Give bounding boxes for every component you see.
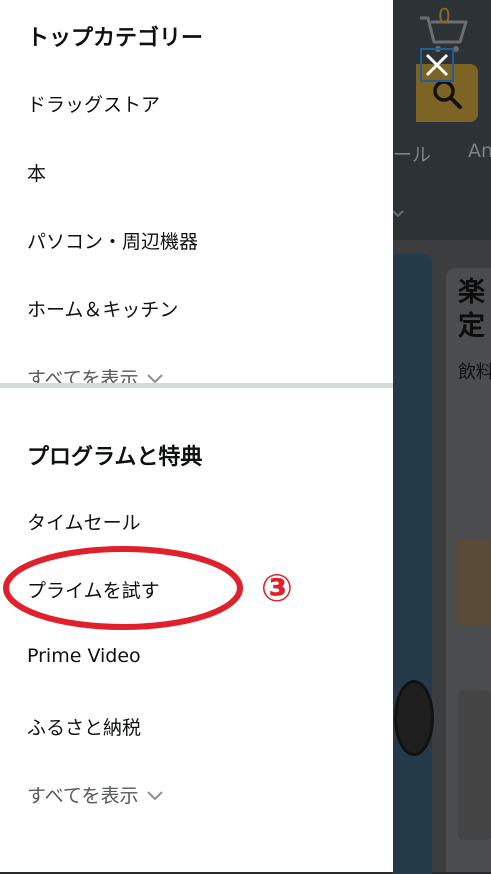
promo-card-left <box>392 254 432 874</box>
chevron-down-icon <box>392 210 404 218</box>
close-menu-button[interactable] <box>420 48 454 82</box>
chevron-down-icon <box>146 373 163 383</box>
search-icon <box>433 80 462 109</box>
highlight-ellipse <box>3 546 243 630</box>
show-all-programs-button[interactable]: すべてを表示 <box>27 781 163 808</box>
menu-item-time-sale[interactable]: タイムセール <box>27 508 141 535</box>
menu-item-computers[interactable]: パソコン・周辺機器 <box>27 227 198 254</box>
menu-item-prime-video[interactable]: Prime Video <box>27 645 141 667</box>
navigation-drawer: トップカテゴリー ドラッグストア 本 パソコン・周辺機器 ホーム＆キッチン すべ… <box>0 0 393 872</box>
product-card <box>458 690 491 840</box>
menu-item-books[interactable]: 本 <box>27 159 46 186</box>
section-divider <box>0 383 393 388</box>
cart-count: 0 <box>438 4 451 28</box>
section-title-top-categories: トップカテゴリー <box>27 26 204 51</box>
menu-item-drugstore[interactable]: ドラッグストア <box>27 90 160 117</box>
promo-title: 楽 定 <box>458 277 485 342</box>
step-marker: ③ <box>260 566 294 610</box>
nav-item-amazon: An <box>468 140 491 162</box>
product-image <box>394 680 434 756</box>
menu-item-home-kitchen[interactable]: ホーム＆キッチン <box>27 295 178 322</box>
show-all-label: すべてを表示 <box>27 785 139 807</box>
section-title-programs: プログラムと特典 <box>27 445 203 470</box>
product-box-image <box>458 540 491 626</box>
promo-subtitle: 飲料 <box>458 362 491 383</box>
chevron-down-icon <box>146 790 163 800</box>
menu-item-furusato-tax[interactable]: ふるさと納税 <box>27 713 141 740</box>
close-icon <box>420 48 454 82</box>
